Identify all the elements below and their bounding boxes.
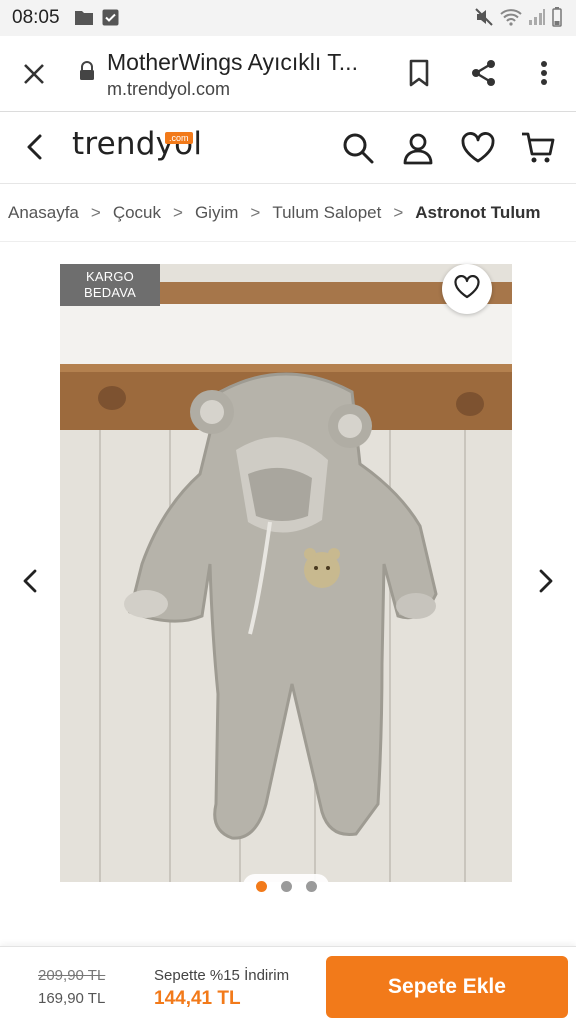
breadcrumb-tulum-salopet[interactable]: Tulum Salopet: [272, 203, 381, 223]
breadcrumb: Anasayfa > Çocuk > Giyim > Tulum Salopet…: [0, 184, 576, 242]
brand-logo[interactable]: trendyol .com: [72, 126, 202, 170]
heart-icon: [454, 274, 480, 304]
final-price: 144,41 TL: [154, 988, 241, 1009]
check-square-icon: [102, 9, 119, 31]
more-vert-icon[interactable]: [527, 56, 561, 90]
badge-line-2: BEDAVA: [83, 285, 136, 300]
pagination-dot[interactable]: [280, 880, 292, 892]
image-pagination: [243, 874, 329, 898]
bottom-purchase-bar: 209,90 TL 169,90 TL Sepette %15 İndirim …: [0, 946, 576, 1024]
app-header: trendyol .com: [0, 112, 576, 184]
breadcrumb-separator: >: [250, 202, 261, 222]
add-to-cart-button[interactable]: Sepete Ekle: [326, 956, 568, 1018]
page-title: MotherWings Ayıcıklı T...: [107, 49, 358, 75]
product-image[interactable]: [60, 264, 512, 882]
breadcrumb-anasayfa[interactable]: Anasayfa: [8, 203, 79, 223]
list-price: 169,90 TL: [38, 990, 106, 1007]
badge-line-1: KARGO: [86, 269, 134, 284]
breadcrumb-separator: >: [90, 202, 101, 222]
pagination-dot[interactable]: [255, 880, 267, 892]
breadcrumb-separator: >: [173, 202, 183, 222]
back-icon[interactable]: [20, 132, 50, 162]
folder-icon: [74, 9, 94, 31]
chevron-right-icon[interactable]: [530, 566, 560, 596]
favorite-button[interactable]: [442, 264, 492, 314]
original-price: 209,90 TL: [38, 967, 106, 984]
lock-icon: [78, 61, 96, 81]
status-right-icons: [474, 7, 562, 32]
free-shipping-badge: KARGO BEDAVA: [60, 264, 160, 306]
share-icon[interactable]: [467, 56, 501, 90]
battery-icon: [552, 7, 562, 32]
bookmark-icon[interactable]: [402, 56, 436, 90]
breadcrumb-astronot-tulum: Astronot Tulum: [415, 202, 541, 222]
breadcrumb-cocuk[interactable]: Çocuk: [113, 203, 161, 223]
cart-icon[interactable]: [520, 130, 556, 166]
status-time: 08:05: [12, 7, 60, 28]
page-url[interactable]: m.trendyol.com: [107, 79, 230, 100]
mute-icon: [474, 7, 494, 32]
signal-icon: [528, 8, 546, 31]
heart-icon[interactable]: [460, 130, 496, 166]
promo-text: Sepette %15 İndirim: [154, 967, 290, 984]
product-gallery: KARGO BEDAVA: [0, 242, 576, 922]
close-icon[interactable]: [18, 58, 50, 90]
breadcrumb-giyim[interactable]: Giyim: [195, 203, 238, 223]
chevron-left-icon[interactable]: [16, 566, 46, 596]
search-icon[interactable]: [340, 130, 376, 166]
breadcrumb-separator: >: [393, 202, 404, 222]
brand-badge: .com: [165, 132, 193, 144]
user-icon[interactable]: [400, 130, 436, 166]
status-bar: 08:05: [0, 0, 576, 36]
wifi-icon: [500, 8, 522, 31]
browser-toolbar: MotherWings Ayıcıklı T... m.trendyol.com: [0, 36, 576, 112]
pagination-dot[interactable]: [305, 880, 317, 892]
